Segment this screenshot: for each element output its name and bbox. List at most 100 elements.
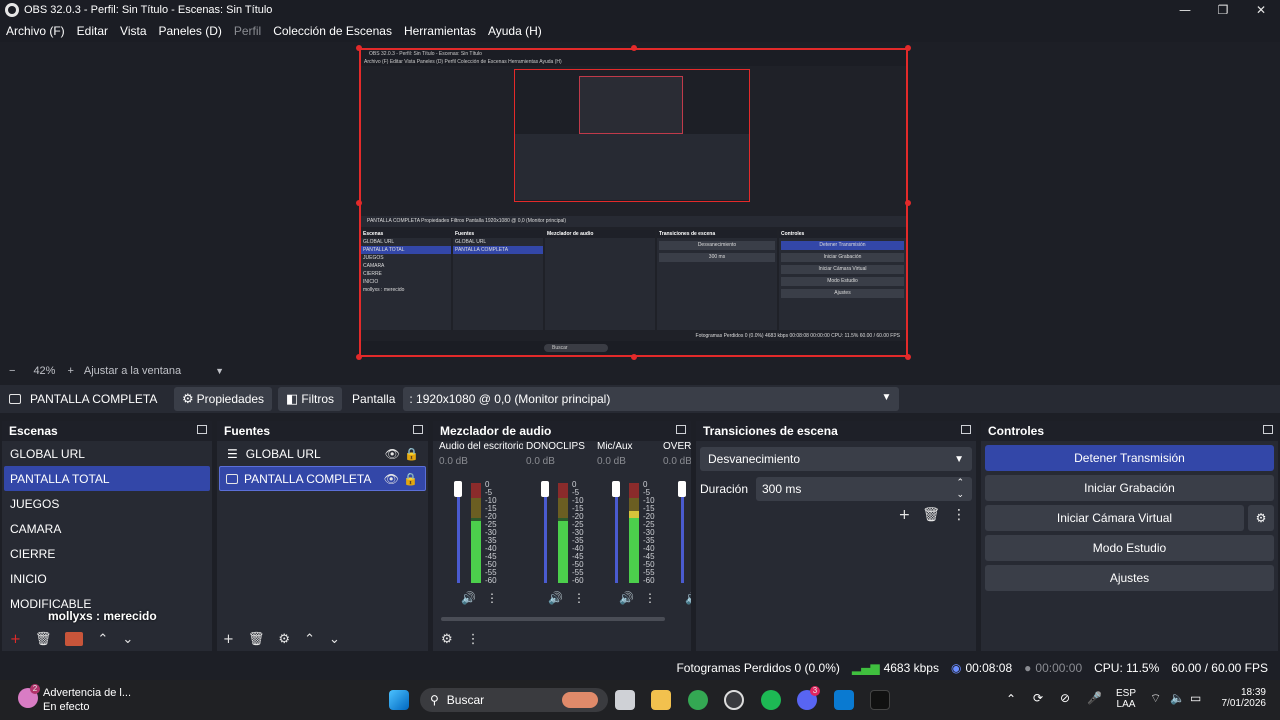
resize-handle[interactable] bbox=[905, 200, 911, 206]
sync-icon[interactable]: ⟳ bbox=[1033, 691, 1043, 705]
more-options-icon[interactable]: ⋮ bbox=[486, 591, 498, 605]
minimize-button[interactable]: — bbox=[1166, 0, 1204, 20]
start-recording-button[interactable]: Iniciar Grabación bbox=[985, 475, 1274, 501]
resize-handle[interactable] bbox=[356, 45, 362, 51]
resize-handle[interactable] bbox=[631, 354, 637, 360]
speaker-icon[interactable]: 🔊 bbox=[619, 591, 634, 605]
microphone-icon[interactable]: 🎤 bbox=[1087, 691, 1102, 705]
language-indicator[interactable]: ESP LAA bbox=[1115, 688, 1137, 710]
lock-icon[interactable]: 🔒 bbox=[404, 447, 419, 461]
lock-icon[interactable]: 🔒 bbox=[403, 472, 418, 486]
add-scene-icon[interactable]: + bbox=[10, 632, 21, 647]
volume-slider-handle[interactable] bbox=[541, 481, 549, 497]
add-transition-icon[interactable]: + bbox=[898, 507, 910, 523]
wifi-icon[interactable]: ⌔ bbox=[1150, 691, 1161, 706]
resize-handle[interactable] bbox=[356, 354, 362, 360]
trash-icon[interactable]: 🗑 bbox=[248, 632, 265, 647]
scene-item[interactable]: JUEGOS bbox=[2, 491, 212, 516]
windows-start-icon[interactable] bbox=[389, 690, 409, 710]
resize-handle[interactable] bbox=[905, 354, 911, 360]
menu-coleccion-escenas[interactable]: Colección de Escenas bbox=[273, 24, 392, 38]
battery-icon[interactable]: ▭ bbox=[1190, 691, 1201, 705]
tray-chevron-icon[interactable]: ⌃ bbox=[1006, 692, 1016, 706]
virtual-camera-settings-icon[interactable]: ⚙ bbox=[1248, 505, 1274, 531]
menu-editar[interactable]: Editar bbox=[77, 24, 108, 38]
stop-streaming-button[interactable]: Detener Transmisión bbox=[985, 445, 1274, 471]
resize-handle[interactable] bbox=[905, 45, 911, 51]
zoom-fit-select[interactable]: Ajustar a la ventana bbox=[84, 365, 181, 377]
maximize-button[interactable]: ❐ bbox=[1204, 0, 1242, 20]
vscode-icon[interactable] bbox=[834, 690, 854, 710]
source-item[interactable]: ☰ GLOBAL URL 👁 🔒 bbox=[217, 441, 428, 466]
more-options-icon[interactable]: ⋮ bbox=[952, 507, 966, 523]
zoom-out-button[interactable]: − bbox=[9, 365, 15, 377]
duration-spinbox[interactable]: 300 ms ⌃ ⌄ bbox=[756, 477, 972, 501]
tiktok-icon[interactable] bbox=[870, 690, 890, 710]
settings-button[interactable]: Ajustes bbox=[985, 565, 1274, 591]
zoom-in-button[interactable]: + bbox=[67, 365, 73, 377]
more-options-icon[interactable]: ⋮ bbox=[644, 591, 656, 605]
mixer-settings-icon[interactable]: ⚙ bbox=[441, 632, 453, 647]
properties-button[interactable]: ⚙ Propiedades bbox=[174, 387, 273, 411]
studio-mode-button[interactable]: Modo Estudio bbox=[985, 535, 1274, 561]
trash-icon[interactable]: 🗑 bbox=[922, 507, 940, 523]
obs-taskbar-icon[interactable] bbox=[724, 690, 744, 710]
transition-select[interactable]: Desvanecimiento ▼ bbox=[700, 447, 972, 471]
trash-icon[interactable]: 🗑 bbox=[35, 632, 52, 647]
file-explorer-icon[interactable] bbox=[651, 690, 671, 710]
scene-item[interactable]: INICIO bbox=[2, 566, 212, 591]
chevron-down-icon[interactable]: ▼ bbox=[215, 366, 224, 376]
resize-handle[interactable] bbox=[356, 200, 362, 206]
menu-herramientas[interactable]: Herramientas bbox=[404, 24, 476, 38]
eye-icon[interactable]: 👁 bbox=[384, 472, 399, 486]
move-up-icon[interactable]: ⌃ bbox=[97, 632, 108, 647]
filters-button[interactable]: ◧ Filtros bbox=[278, 387, 343, 411]
menu-paneles[interactable]: Paneles (D) bbox=[159, 24, 222, 38]
volume-slider[interactable] bbox=[681, 483, 684, 583]
speaker-icon[interactable]: 🔊 bbox=[548, 591, 563, 605]
clock[interactable]: 18:39 7/01/2026 bbox=[1222, 687, 1267, 709]
notification-title[interactable]: Advertencia de l... bbox=[43, 687, 131, 699]
volume-icon[interactable]: 🔈 bbox=[1170, 691, 1185, 705]
menu-ayuda[interactable]: Ayuda (H) bbox=[488, 24, 542, 38]
volume-slider-handle[interactable] bbox=[454, 481, 462, 497]
preview-source-frame[interactable]: OBS 32.0.3 - Perfil: Sin Título - Escena… bbox=[359, 48, 908, 357]
start-virtual-camera-button[interactable]: Iniciar Cámara Virtual bbox=[985, 505, 1244, 531]
volume-slider[interactable] bbox=[457, 483, 460, 583]
undock-icon[interactable] bbox=[197, 425, 207, 434]
volume-slider[interactable] bbox=[615, 483, 618, 583]
task-view-icon[interactable] bbox=[615, 690, 635, 710]
mixer-scrollbar[interactable] bbox=[441, 617, 665, 621]
game-bar-icon[interactable]: ⊘ bbox=[1060, 691, 1070, 705]
chrome-icon[interactable] bbox=[688, 690, 708, 710]
more-options-icon[interactable]: ⋮ bbox=[467, 632, 480, 647]
speaker-icon[interactable]: 🔊 bbox=[685, 591, 691, 605]
preview-area[interactable]: OBS 32.0.3 - Perfil: Sin Título - Escena… bbox=[0, 42, 1280, 362]
source-item[interactable]: PANTALLA COMPLETA 👁 🔒 bbox=[219, 466, 426, 491]
move-down-icon[interactable]: ⌄ bbox=[329, 632, 340, 647]
volume-slider[interactable] bbox=[544, 483, 547, 583]
speaker-icon[interactable]: 🔊 bbox=[461, 591, 476, 605]
menu-archivo[interactable]: Archivo (F) bbox=[6, 24, 65, 38]
screen-select[interactable]: : 1920x1080 @ 0,0 (Monitor principal) ▼ bbox=[403, 387, 900, 411]
scene-item[interactable]: CAMARA bbox=[2, 516, 212, 541]
scene-item[interactable]: GLOBAL URL bbox=[2, 441, 212, 466]
more-options-icon[interactable]: ⋮ bbox=[573, 591, 585, 605]
taskbar-search[interactable]: ⚲ Buscar bbox=[420, 688, 608, 712]
undock-icon[interactable] bbox=[961, 425, 971, 434]
volume-slider-handle[interactable] bbox=[612, 481, 620, 497]
move-up-icon[interactable]: ⌃ bbox=[304, 632, 315, 647]
menu-vista[interactable]: Vista bbox=[120, 24, 146, 38]
resize-handle[interactable] bbox=[631, 45, 637, 51]
undock-icon[interactable] bbox=[1263, 425, 1273, 434]
volume-slider-handle[interactable] bbox=[678, 481, 686, 497]
eye-icon[interactable]: 👁 bbox=[385, 447, 400, 461]
close-button[interactable]: ✕ bbox=[1242, 0, 1280, 20]
scene-item[interactable]: PANTALLA TOTAL bbox=[4, 466, 210, 491]
scene-item[interactable]: CIERRE bbox=[2, 541, 212, 566]
spotify-icon[interactable] bbox=[761, 690, 781, 710]
undock-icon[interactable] bbox=[413, 425, 423, 434]
add-source-icon[interactable]: + bbox=[223, 632, 234, 647]
move-down-icon[interactable]: ⌄ bbox=[122, 632, 133, 647]
gear-icon[interactable]: ⚙ bbox=[278, 632, 290, 647]
